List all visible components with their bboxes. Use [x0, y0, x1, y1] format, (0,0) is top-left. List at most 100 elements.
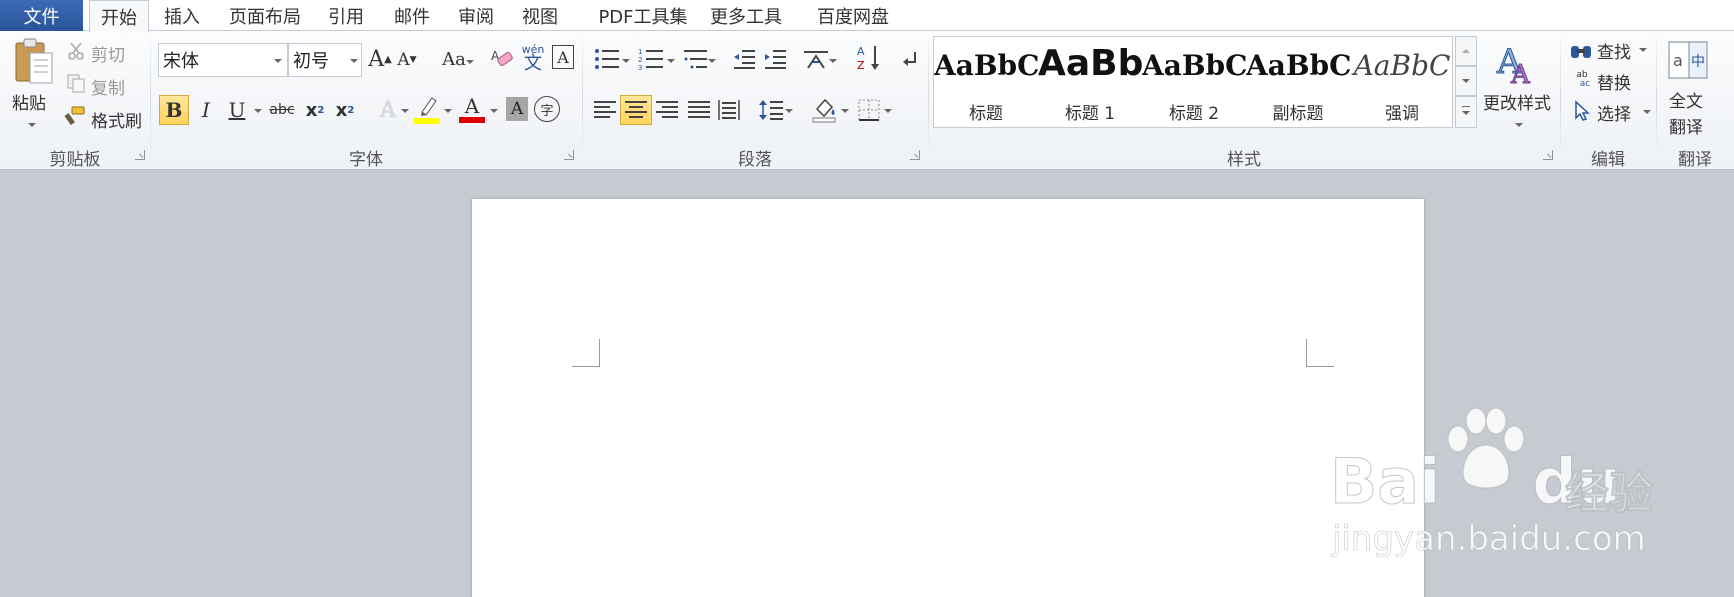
font-dialog-launcher-icon[interactable] [564, 150, 574, 160]
font-color-dropdown-icon[interactable] [490, 109, 498, 113]
borders-icon[interactable] [856, 95, 882, 125]
find-dropdown-icon[interactable] [1639, 48, 1647, 52]
tab-view[interactable]: 视图 [512, 0, 568, 31]
document-page[interactable] [472, 199, 1424, 597]
text-effects-dropdown-icon[interactable] [401, 109, 409, 113]
style-subtitle[interactable]: AaBbC 副标题 [1246, 37, 1350, 127]
tab-pdf-tools[interactable]: PDF工具集 [580, 0, 706, 31]
tab-insert[interactable]: 插入 [152, 0, 212, 31]
align-right-icon[interactable] [652, 95, 682, 125]
distributed-icon[interactable] [714, 95, 744, 125]
tab-page-layout[interactable]: 页面布局 [222, 0, 308, 31]
underline-dropdown-icon[interactable] [254, 109, 262, 113]
styles-gallery: AaBbC 标题 AaBb 标题 1 AaBbC 标题 2 AaBbC 副标题 … [933, 36, 1453, 128]
find-button[interactable]: 查找 [1597, 38, 1631, 63]
highlight-dropdown-icon[interactable] [444, 109, 452, 113]
bullets-dropdown-icon[interactable] [622, 59, 630, 63]
multilevel-dropdown-icon[interactable] [708, 59, 716, 63]
justify-icon[interactable] [684, 95, 714, 125]
underline-button[interactable]: U [224, 95, 250, 125]
change-styles-button[interactable]: 更改样式 [1483, 89, 1551, 114]
tab-file[interactable]: 文件 [0, 0, 83, 31]
svg-text:1: 1 [638, 48, 642, 56]
font-name-dropdown-icon[interactable] [274, 59, 282, 63]
strikethrough-button[interactable]: abc [266, 95, 298, 125]
bullets-icon[interactable] [592, 45, 622, 73]
gallery-scroll-down-button[interactable] [1455, 66, 1477, 96]
paragraph-shading-icon[interactable] [810, 93, 840, 125]
show-formatting-icon[interactable] [898, 45, 920, 73]
tab-references[interactable]: 引用 [318, 0, 374, 31]
svg-text:a: a [1673, 51, 1683, 70]
shading-dropdown-icon[interactable] [841, 109, 849, 113]
paste-label[interactable]: 粘贴 [12, 89, 46, 114]
align-center-button[interactable] [620, 95, 652, 125]
svg-text:A: A [857, 45, 865, 58]
gallery-more-button[interactable] [1455, 96, 1477, 128]
style-heading-1[interactable]: AaBb 标题 1 [1038, 37, 1142, 127]
tab-mailings[interactable]: 邮件 [384, 0, 440, 31]
change-styles-dropdown-icon[interactable] [1515, 123, 1523, 127]
replace-button[interactable]: 替换 [1597, 69, 1631, 94]
watermark-suffix: 经验 [1565, 468, 1654, 520]
numbering-dropdown-icon[interactable] [667, 59, 675, 63]
shrink-font-icon[interactable]: A ▼ [396, 47, 418, 73]
font-name-combo[interactable]: 宋体 [158, 43, 288, 77]
clear-formatting-icon[interactable]: A [490, 43, 514, 71]
grow-font-icon[interactable]: A ▲ [368, 45, 392, 73]
tab-more-tools[interactable]: 更多工具 [698, 0, 794, 31]
change-styles-icon[interactable]: AA [1494, 37, 1542, 87]
superscript-button[interactable]: x2 [332, 95, 358, 125]
asian-layout-dropdown-icon[interactable] [829, 59, 837, 63]
gallery-scroll-up-button[interactable] [1455, 36, 1477, 66]
sort-icon[interactable]: AZ [856, 43, 882, 73]
paste-icon[interactable] [12, 37, 56, 87]
enclose-characters-icon[interactable]: 字 [534, 96, 560, 122]
tab-review[interactable]: 审阅 [448, 0, 504, 31]
asian-layout-icon[interactable] [801, 45, 831, 73]
copy-icon [66, 73, 86, 93]
character-shading-icon[interactable]: A [506, 97, 528, 121]
line-spacing-icon[interactable] [757, 95, 785, 125]
cut-button[interactable]: 剪切 [91, 41, 125, 66]
full-text-translate-icon[interactable]: a中 [1666, 37, 1710, 83]
select-icon [1572, 99, 1592, 123]
select-dropdown-icon[interactable] [1643, 110, 1651, 114]
watermark-url: jingyan.baidu.com [1332, 519, 1646, 560]
full-text-translate-label-1[interactable]: 全文 [1669, 87, 1703, 112]
change-case-icon[interactable]: Aa [437, 45, 471, 73]
style-heading-2[interactable]: AaBbC 标题 2 [1142, 37, 1246, 127]
svg-text:A: A [1510, 60, 1531, 85]
decrease-indent-icon[interactable] [731, 45, 757, 73]
style-emphasis[interactable]: AaBbC 强调 [1350, 37, 1454, 127]
line-spacing-dropdown-icon[interactable] [785, 109, 793, 113]
font-size-dropdown-icon[interactable] [350, 59, 358, 63]
font-color-icon[interactable]: A [458, 93, 486, 125]
numbering-icon[interactable]: 123 [636, 45, 666, 73]
style-title[interactable]: AaBbC 标题 [934, 37, 1038, 127]
align-left-icon[interactable] [590, 95, 620, 125]
multilevel-list-icon[interactable] [680, 45, 710, 73]
paste-dropdown-icon[interactable] [28, 123, 36, 127]
clipboard-dialog-launcher-icon[interactable] [135, 150, 145, 160]
tab-baidu-netdisk[interactable]: 百度网盘 [798, 0, 908, 31]
tab-home[interactable]: 开始 [89, 0, 149, 32]
top-right-margin-mark [1306, 339, 1334, 367]
full-text-translate-label-2[interactable]: 翻译 [1669, 113, 1703, 138]
phonetic-guide-icon[interactable]: wén 文 [518, 43, 548, 73]
character-border-icon[interactable]: A [552, 45, 574, 69]
increase-indent-icon[interactable] [762, 45, 788, 73]
highlight-color-icon[interactable] [413, 93, 441, 125]
styles-group-label: 样式 [1227, 150, 1261, 170]
copy-button[interactable]: 复制 [91, 74, 125, 99]
change-case-dropdown-icon[interactable] [466, 60, 474, 64]
paragraph-dialog-launcher-icon[interactable] [910, 150, 920, 160]
bold-button[interactable]: B [159, 95, 189, 125]
subscript-button[interactable]: x2 [302, 95, 328, 125]
styles-dialog-launcher-icon[interactable] [1543, 150, 1553, 160]
select-button[interactable]: 选择 [1597, 100, 1631, 125]
italic-button[interactable]: I [193, 95, 219, 125]
text-effects-icon[interactable]: A [374, 95, 402, 125]
borders-dropdown-icon[interactable] [884, 109, 892, 113]
format-painter-button[interactable]: 格式刷 [91, 107, 142, 132]
